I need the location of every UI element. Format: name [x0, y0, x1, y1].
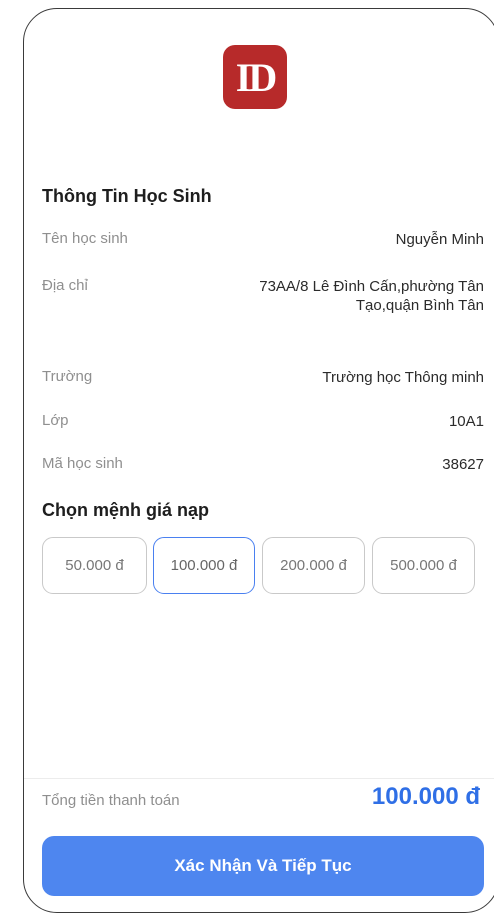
amount-option-label: 500.000 đ [390, 556, 457, 574]
denomination-title: Chọn mệnh giá nạp [42, 500, 210, 520]
logo-text: ID [235, 54, 277, 100]
student-info-title: Thông Tin Học Sinh [42, 186, 212, 206]
total-value: 100.000 đ [371, 783, 480, 810]
amount-option-100000[interactable]: 100.000 đ [153, 537, 255, 594]
total-label: Tổng tiền thanh toán [42, 792, 180, 809]
student-id-label: Mã học sinh [42, 455, 123, 472]
amount-option-50000[interactable]: 50.000 đ [42, 537, 147, 594]
class-label: Lớp [42, 412, 69, 429]
amount-option-200000[interactable]: 200.000 đ [262, 537, 365, 594]
app-logo: ID [223, 45, 287, 109]
address-value: 73AA/8 Lê Đình Cấn,phường Tân Tạo,quận B… [259, 278, 484, 314]
footer-divider [24, 778, 494, 779]
student-id-value: 38627 [442, 456, 484, 473]
school-label: Trường [42, 368, 93, 385]
amount-option-label: 200.000 đ [280, 556, 347, 574]
amount-option-label: 100.000 đ [170, 556, 238, 574]
amount-option-500000[interactable]: 500.000 đ [372, 537, 475, 594]
student-name-label: Tên học sinh [42, 230, 128, 247]
school-value: Trường học Thông minh [322, 369, 484, 386]
confirm-continue-button[interactable]: Xác Nhận Và Tiếp Tục [42, 836, 484, 896]
class-value: 10A1 [448, 413, 484, 430]
address-label: Địa chỉ [42, 277, 88, 294]
amount-option-label: 50.000 đ [65, 556, 124, 574]
student-name-value: Nguyễn Minh [395, 231, 484, 248]
